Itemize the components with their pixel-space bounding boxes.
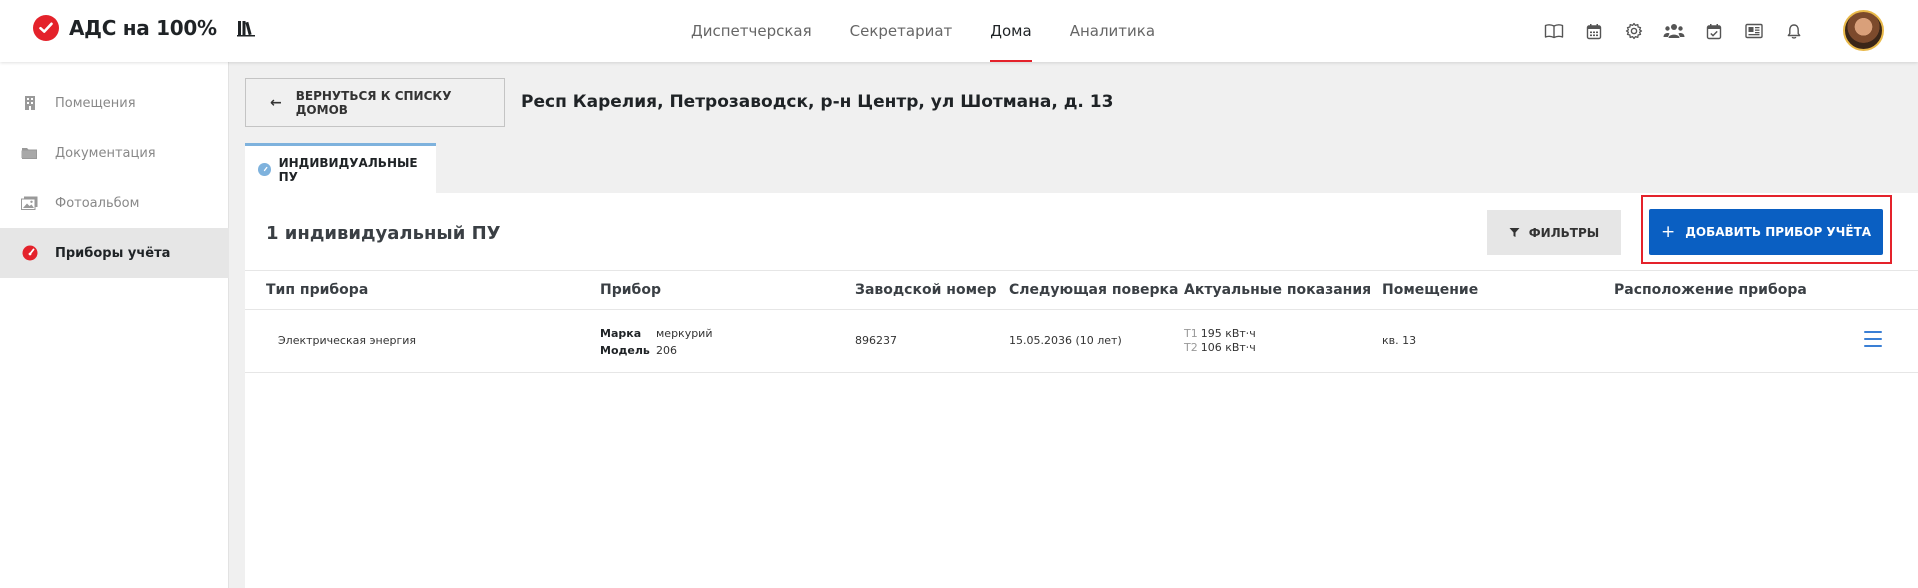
tariff-label: T2 (1184, 341, 1198, 354)
logo[interactable]: АДС на 100% (33, 15, 255, 41)
avatar[interactable] (1843, 10, 1884, 51)
news-icon[interactable] (1742, 19, 1766, 43)
brand-key: Марка (600, 327, 642, 340)
column-header-room[interactable]: Помещение (1382, 282, 1478, 298)
plus-icon: + (1660, 222, 1676, 242)
arrow-left-icon: ← (270, 94, 282, 111)
page-title: Респ Карелия, Петрозаводск, р-н Центр, у… (521, 92, 1114, 112)
table-header: Тип прибора Прибор Заводской номер Следу… (245, 270, 1918, 310)
column-header-readings[interactable]: Актуальные показания (1184, 282, 1371, 298)
add-meter-button[interactable]: + ДОБАВИТЬ ПРИБОР УЧЁТА (1649, 209, 1883, 255)
nav-item-dispatch[interactable]: Диспетчерская (672, 0, 831, 62)
cell-device: Марка меркурий Модель 206 (600, 325, 712, 359)
column-header-type[interactable]: Тип прибора (266, 282, 368, 298)
tariff-value: 106 кВт⋅ч (1200, 341, 1256, 354)
back-button-label: ВЕРНУТЬСЯ К СПИСКУ ДОМОВ (295, 88, 452, 117)
nav-item-secretariat[interactable]: Секретариат (831, 0, 972, 62)
folder-icon (21, 145, 38, 161)
main-nav: Диспетчерская Секретариат Дома Аналитика (672, 0, 1174, 62)
logo-text: АДС на 100% (69, 16, 217, 40)
add-meter-button-label: ДОБАВИТЬ ПРИБОР УЧЁТА (1685, 225, 1872, 239)
photo-icon (21, 195, 38, 211)
nav-item-label: Диспетчерская (691, 22, 812, 40)
tariff-value: 195 кВт⋅ч (1200, 327, 1256, 340)
meters-panel: 1 индивидуальный ПУ ФИЛЬТРЫ + ДОБАВИТЬ П… (245, 193, 1918, 588)
sidebar-item-meters[interactable]: Приборы учёта (0, 228, 229, 278)
header-icons (1542, 19, 1822, 43)
filter-icon (1509, 227, 1520, 238)
nav-item-houses[interactable]: Дома (971, 0, 1050, 62)
building-icon (21, 95, 38, 111)
back-to-houses-button[interactable]: ← ВЕРНУТЬСЯ К СПИСКУ ДОМОВ (245, 78, 505, 127)
nav-item-label: Аналитика (1069, 22, 1156, 40)
column-header-serial[interactable]: Заводской номер (855, 282, 997, 298)
calendar-icon[interactable] (1582, 19, 1606, 43)
book-icon[interactable] (1542, 19, 1566, 43)
sidebar-item-rooms[interactable]: Помещения (0, 78, 229, 128)
top-bar: АДС на 100% Диспетчерская Секретариат До… (0, 0, 1918, 62)
filters-button[interactable]: ФИЛЬТРЫ (1487, 210, 1621, 255)
meters-count-title: 1 индивидуальный ПУ (266, 223, 501, 244)
sidebar-item-label: Приборы учёта (55, 245, 171, 261)
tariff-label: T1 (1184, 327, 1198, 340)
cell-next-check: 15.05.2036 (10 лет) (1009, 334, 1122, 347)
cell-type: Электрическая энергия (278, 334, 416, 347)
gauge-icon (258, 163, 271, 176)
sidebar-item-label: Помещения (55, 95, 136, 111)
cell-serial: 896237 (855, 334, 897, 347)
sidebar-item-label: Фотоальбом (55, 195, 140, 211)
tab-individual-meters[interactable]: ИНДИВИДУАЛЬНЫЕ ПУ (245, 143, 436, 193)
sidebar-item-photoalbum[interactable]: Фотоальбом (0, 178, 229, 228)
library-icon[interactable] (236, 19, 255, 37)
filters-button-label: ФИЛЬТРЫ (1528, 225, 1600, 240)
cell-readings: T1 195 кВт⋅ч T2 106 кВт⋅ч (1184, 327, 1256, 355)
sidebar: Помещения Документация Фотоальбом Прибор… (0, 62, 229, 588)
model-key: Модель (600, 344, 650, 357)
column-header-location[interactable]: Расположение прибора (1614, 282, 1807, 298)
row-menu-icon[interactable] (1864, 331, 1882, 347)
nav-item-analytics[interactable]: Аналитика (1051, 0, 1174, 62)
gear-icon[interactable] (1622, 19, 1646, 43)
column-header-next-check[interactable]: Следующая поверка (1009, 282, 1178, 298)
cell-room: кв. 13 (1382, 334, 1417, 347)
brand-value: меркурий (656, 327, 713, 340)
column-header-device[interactable]: Прибор (600, 282, 661, 298)
check-logo-icon (33, 15, 59, 41)
model-value: 206 (656, 344, 677, 357)
nav-item-label: Секретариат (849, 22, 953, 40)
sidebar-item-label: Документация (55, 145, 156, 161)
nav-item-label: Дома (990, 22, 1032, 40)
table-row[interactable]: Электрическая энергия Марка меркурий Моде… (245, 310, 1918, 373)
calendar-check-icon[interactable] (1702, 19, 1726, 43)
tab-label: ИНДИВИДУАЛЬНЫЕ ПУ (278, 155, 418, 184)
bell-icon[interactable] (1782, 19, 1806, 43)
users-icon[interactable] (1662, 19, 1686, 43)
gauge-icon (21, 245, 38, 261)
sidebar-item-documentation[interactable]: Документация (0, 128, 229, 178)
